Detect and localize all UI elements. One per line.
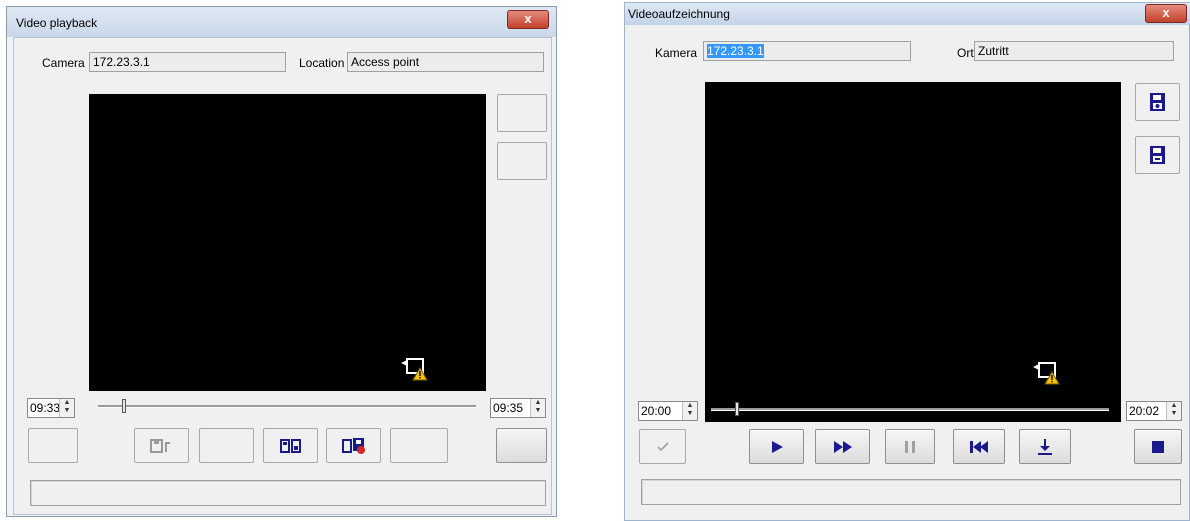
timeline-slider-thumb[interactable] <box>735 402 739 416</box>
stop-icon <box>1151 440 1165 454</box>
fast-forward-button[interactable] <box>815 429 870 464</box>
fast-forward-icon <box>833 440 853 454</box>
camera-label: Camera <box>42 56 85 70</box>
status-bar <box>641 479 1181 505</box>
window-client: Camera 172.23.3.1 Location Access point … <box>13 37 552 515</box>
video-warning-icon <box>399 356 431 382</box>
confirm-button[interactable] <box>639 429 686 464</box>
toolbar-button-7[interactable] <box>496 428 547 463</box>
close-icon: x <box>1162 5 1170 20</box>
save-snapshot-button[interactable] <box>1135 83 1180 121</box>
export-icon <box>279 438 302 454</box>
save-snapshot-icon <box>1148 92 1168 112</box>
timeline-slider[interactable] <box>711 408 1109 411</box>
end-time-spinner[interactable]: 20:02 ▲ ▼ <box>1126 401 1182 421</box>
location-label: Ort <box>957 46 974 60</box>
camera-value: 172.23.3.1 <box>707 44 764 58</box>
delete-recording-button[interactable] <box>326 428 381 463</box>
skip-to-start-button[interactable] <box>953 429 1005 464</box>
camera-field[interactable]: 172.23.3.1 <box>89 52 286 72</box>
save-video-icon <box>1148 145 1168 165</box>
video-playback-window: Video playback x Camera 172.23.3.1 Locat… <box>6 6 557 517</box>
play-icon <box>770 440 784 454</box>
camera-field[interactable]: 172.23.3.1 <box>703 41 911 61</box>
chevron-down-icon[interactable]: ▼ <box>683 410 697 418</box>
timeline-slider-thumb[interactable] <box>122 399 126 413</box>
chevron-down-icon[interactable]: ▼ <box>1167 410 1181 418</box>
close-button[interactable]: x <box>507 10 549 29</box>
download-icon <box>1037 438 1053 456</box>
location-label: Location <box>299 56 345 70</box>
start-time-value: 09:33 <box>30 401 61 415</box>
close-icon: x <box>524 11 532 26</box>
close-button[interactable]: x <box>1145 4 1187 23</box>
end-time-value: 09:35 <box>493 401 524 415</box>
pause-icon <box>904 440 916 454</box>
side-button-2[interactable] <box>497 142 547 180</box>
download-button[interactable] <box>1019 429 1071 464</box>
video-warning-icon <box>1031 360 1063 386</box>
window-title: Video playback <box>16 16 98 30</box>
chevron-up-icon[interactable]: ▲ <box>531 399 545 407</box>
check-icon <box>656 441 670 453</box>
end-time-spinner[interactable]: 09:35 ▲ ▼ <box>490 398 546 418</box>
side-button-1[interactable] <box>497 94 547 132</box>
save-clip-button[interactable] <box>134 428 189 463</box>
delete-recording-icon <box>341 437 366 455</box>
skip-to-start-icon <box>969 440 989 454</box>
title-bar[interactable]: Videoaufzeichnung x <box>625 3 1190 25</box>
location-field[interactable]: Zutritt <box>974 41 1174 61</box>
timeline-slider[interactable] <box>98 405 476 408</box>
videoaufzeichnung-window: Videoaufzeichnung x Kamera 172.23.3.1 Or… <box>624 2 1190 521</box>
pause-button[interactable] <box>885 429 935 464</box>
play-button[interactable] <box>749 429 804 464</box>
start-time-value: 20:00 <box>641 404 672 418</box>
window-title: Videoaufzeichnung <box>628 7 730 21</box>
end-time-value: 20:02 <box>1129 404 1160 418</box>
stop-button[interactable] <box>1134 429 1182 464</box>
video-display[interactable] <box>89 94 486 391</box>
chevron-up-icon[interactable]: ▲ <box>683 402 697 410</box>
spin-arrows[interactable]: ▲ ▼ <box>1166 402 1181 420</box>
status-bar <box>30 480 546 506</box>
chevron-up-icon[interactable]: ▲ <box>1167 402 1181 410</box>
toolbar-button-6[interactable] <box>390 428 448 463</box>
video-display[interactable] <box>705 82 1121 422</box>
spin-arrows[interactable]: ▲ ▼ <box>682 402 697 420</box>
location-field[interactable]: Access point <box>347 52 544 72</box>
toolbar-button-3[interactable] <box>199 428 254 463</box>
chevron-up-icon[interactable]: ▲ <box>60 399 74 407</box>
export-button[interactable] <box>263 428 318 463</box>
start-time-spinner[interactable]: 20:00 ▲ ▼ <box>638 401 698 421</box>
spin-arrows[interactable]: ▲ ▼ <box>59 399 74 417</box>
save-video-button[interactable] <box>1135 136 1180 174</box>
save-clip-icon <box>149 438 175 454</box>
chevron-down-icon[interactable]: ▼ <box>531 407 545 415</box>
start-time-spinner[interactable]: 09:33 ▲ ▼ <box>27 398 75 418</box>
camera-label: Kamera <box>655 46 698 60</box>
toolbar-button-1[interactable] <box>28 428 78 463</box>
chevron-down-icon[interactable]: ▼ <box>60 407 74 415</box>
title-bar[interactable]: Video playback x <box>7 7 556 37</box>
spin-arrows[interactable]: ▲ ▼ <box>530 399 545 417</box>
